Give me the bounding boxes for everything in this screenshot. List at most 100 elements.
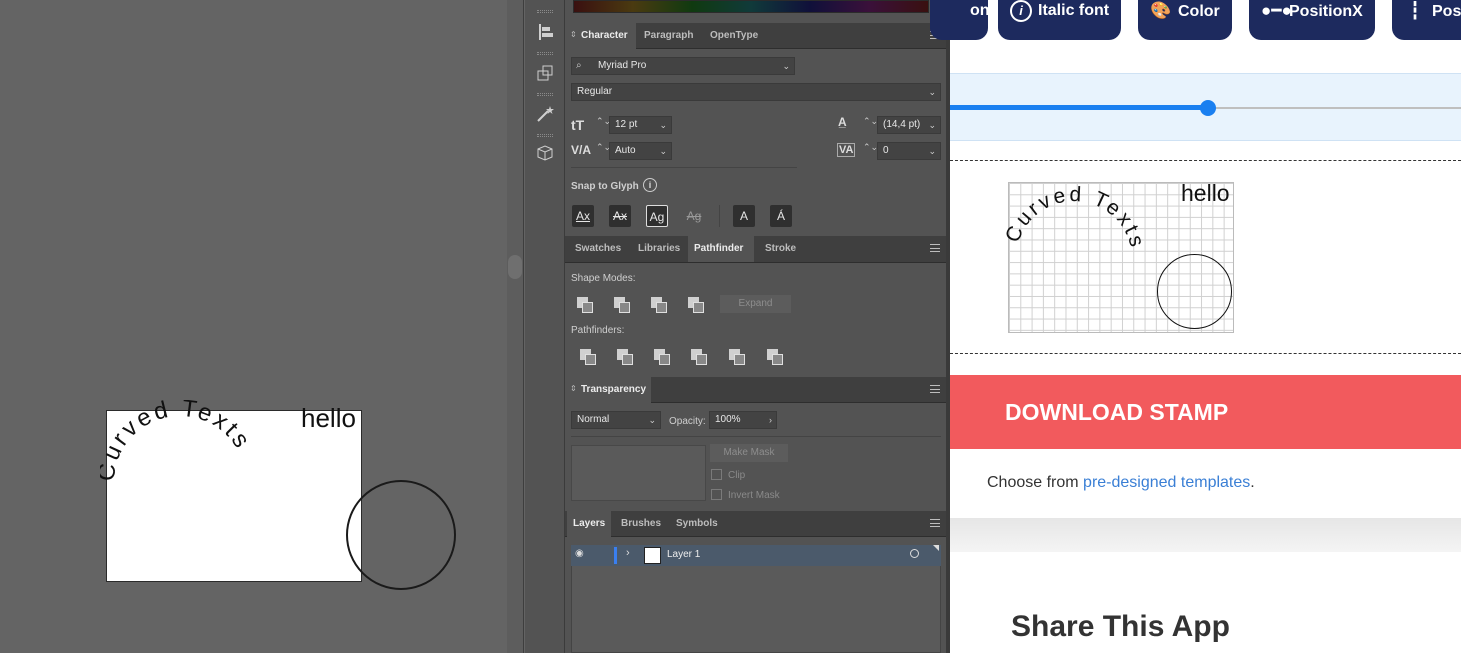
preview-circle-shape [1157,254,1232,329]
layers-tabbar: Layers Brushes Symbols [565,511,946,537]
chip-font[interactable]: ont [930,0,995,40]
tab-pathfinder[interactable]: Pathfinder [688,236,754,262]
tab-libraries[interactable]: Libraries [632,236,686,262]
shape-modes-label: Shape Modes: [571,273,636,284]
stepper-icon[interactable]: ⌃⌄ [863,116,878,127]
grip-icon[interactable] [537,134,553,137]
grip-icon[interactable] [537,93,553,96]
slider-handle[interactable] [1200,100,1216,116]
leading-field[interactable]: (14,4 pt) ⌄ [877,116,941,134]
kerning-field[interactable]: Auto ⌄ [609,142,672,160]
chip-position-y[interactable]: ┇ Pos [1392,0,1461,40]
minus-front-icon[interactable] [614,297,630,313]
snap-anchor-button[interactable]: Á [770,205,792,227]
info-icon[interactable]: i [643,178,657,192]
choose-templates-text: Choose from pre-designed templates. [987,474,1255,492]
unite-icon[interactable] [577,297,593,313]
preview-hello-text: hello [1181,180,1230,206]
target-circle-icon[interactable] [910,549,919,558]
trim-icon[interactable] [617,349,633,365]
font-family-value: Myriad Pro [598,60,647,71]
tab-transparency[interactable]: Transparency [565,377,651,403]
dashed-divider [950,353,1461,354]
pathfinders-label: Pathfinders: [571,325,625,336]
tracking-field[interactable]: 0 ⌄ [877,142,941,160]
transparency-tabbar: Transparency ⇕ [565,377,946,403]
chevron-right-icon: › [769,415,772,425]
tab-stroke[interactable]: Stroke [759,236,802,262]
tab-paragraph[interactable]: Paragraph [638,23,699,49]
panel-icon-column [525,0,565,653]
chevron-down-icon: ⌄ [782,61,790,71]
transform-icon[interactable] [535,63,555,83]
tab-symbols[interactable]: Symbols [670,511,724,537]
position-y-icon: ┇ [1409,1,1421,20]
outline-icon[interactable] [729,349,745,365]
divide-icon[interactable] [580,349,596,365]
merge-icon[interactable] [654,349,670,365]
make-mask-button[interactable]: Make Mask [710,444,788,462]
chevron-down-icon: ⌄ [928,87,936,97]
layer-row[interactable]: ◉ › Layer 1 [571,545,941,566]
snap-baseline-button[interactable]: Ax [572,205,594,227]
tab-swatches[interactable]: Swatches [569,236,627,262]
3d-package-icon[interactable] [535,143,555,163]
chip-position-y-label: Pos [1432,3,1461,20]
section-separator [950,518,1461,552]
align-icon[interactable] [535,22,555,42]
magic-wand-icon[interactable] [535,104,555,124]
tab-brushes[interactable]: Brushes [615,511,667,537]
panel-menu-icon[interactable] [930,519,940,527]
font-size-icon: tT [571,117,585,133]
slider-track-filled[interactable] [950,105,1208,110]
opacity-field[interactable]: 100% › [709,411,777,429]
canvas-curved-text[interactable]: Curved Texts [100,400,270,500]
layer-name: Layer 1 [667,549,701,560]
chevron-down-icon: ⌄ [648,415,656,425]
expand-button[interactable]: Expand [720,295,791,313]
slider-track[interactable] [1208,107,1461,109]
color-spectrum[interactable] [573,0,929,13]
grip-icon[interactable] [537,52,553,55]
minus-back-icon[interactable] [767,349,783,365]
chip-position-x[interactable]: ●━●PositionX [1249,0,1375,40]
font-family-dropdown[interactable]: ⌕ Myriad Pro ⌄ [571,57,795,75]
intersect-icon[interactable] [651,297,667,313]
stepper-icon[interactable]: ⌃⌄ [863,142,878,153]
selection-corner-icon [933,545,939,551]
invert-mask-checkbox[interactable] [711,489,722,500]
canvas-hello-text[interactable]: hello [301,403,356,434]
canvas-circle-shape[interactable] [346,480,456,590]
svg-text:Curved Texts: Curved Texts [100,400,257,483]
collapse-arrows-icon[interactable]: ⇕ [570,384,577,393]
chip-color[interactable]: 🎨 Color [1138,0,1232,40]
snap-proximity-button[interactable]: Ag [683,205,705,227]
panel-menu-icon[interactable] [930,385,940,393]
chevron-right-icon[interactable]: › [626,547,630,559]
font-style-dropdown[interactable]: Regular ⌄ [571,83,941,101]
panel-menu-icon[interactable] [930,244,940,252]
scrollbar-thumb[interactable] [508,255,522,279]
font-size-field[interactable]: 12 pt ⌄ [609,116,672,134]
tab-layers[interactable]: Layers [567,511,612,537]
leading-value: (14,4 pt) [883,119,921,130]
snap-angular-button[interactable]: A [733,205,755,227]
chevron-down-icon: ⌄ [928,146,936,156]
tab-opentype[interactable]: OpenType [704,23,764,49]
crop-icon[interactable] [691,349,707,365]
tracking-value: 0 [883,145,889,156]
grip-icon[interactable] [537,10,553,13]
clip-checkbox[interactable] [711,469,722,480]
download-stamp-button[interactable]: DOWNLOAD STAMP [950,375,1461,449]
vertical-scrollbar[interactable] [507,0,524,653]
snap-glyph-bounds-button[interactable]: Ag [646,205,668,227]
chip-italic-font[interactable]: i Italic font [998,0,1122,40]
collapse-arrows-icon[interactable]: ⇕ [570,30,577,39]
blend-mode-dropdown[interactable]: Normal ⌄ [571,411,661,429]
templates-link[interactable]: pre-designed templates [1083,474,1250,491]
divider [571,436,941,437]
layer-color-indicator [614,547,617,564]
snap-xheight-button[interactable]: Ax [609,205,631,227]
eye-icon[interactable]: ◉ [575,548,584,559]
exclude-icon[interactable] [688,297,704,313]
